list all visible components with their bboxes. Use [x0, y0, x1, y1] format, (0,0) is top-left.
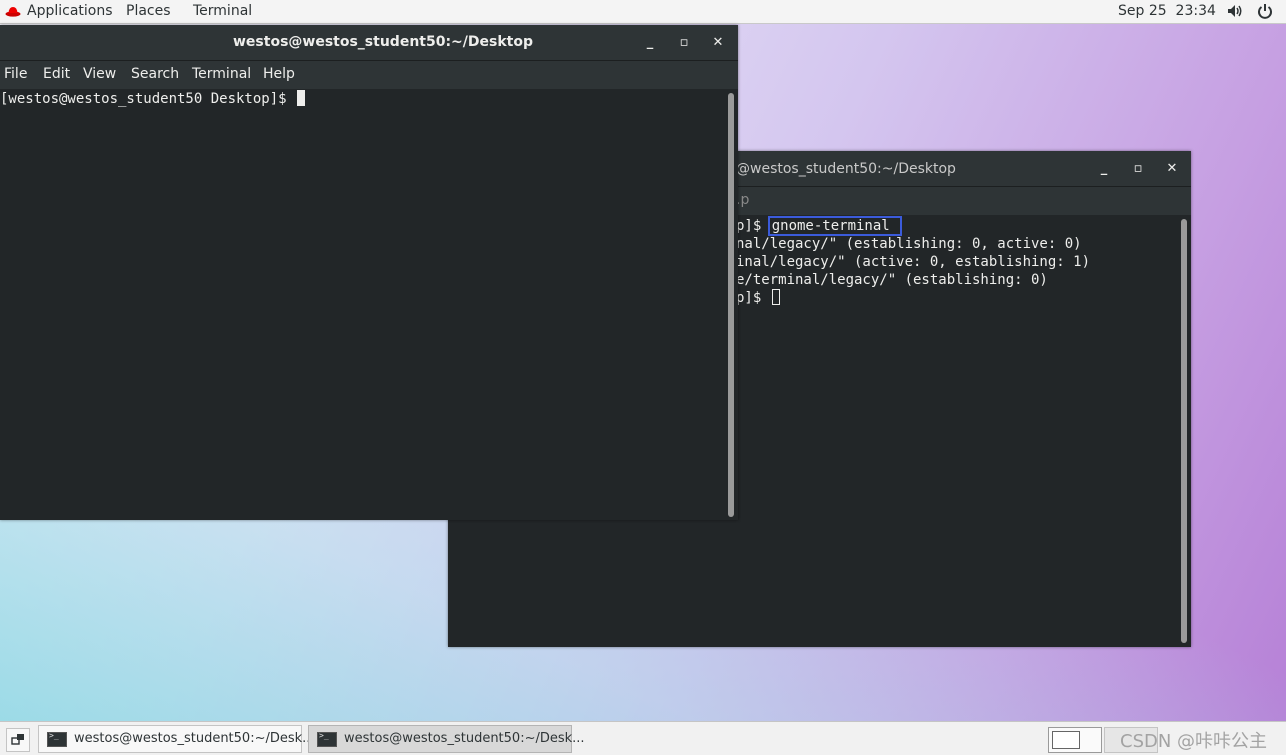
menu-help[interactable]: Help	[263, 66, 295, 82]
menu-search[interactable]: Search	[131, 66, 179, 82]
terminal-output[interactable]: [westos@westos_student50 Desktop]$	[0, 89, 738, 520]
terminal-window-front[interactable]: westos@westos_student50:~/Desktop _ ▫ ✕ …	[0, 25, 738, 520]
menu-bar: File Edit View Search Terminal Help	[0, 61, 738, 89]
text-cursor	[297, 90, 306, 106]
close-button[interactable]: ✕	[1162, 159, 1182, 179]
menu-file[interactable]: File	[4, 66, 27, 82]
window-title: westos@westos_student50:~/Desktop	[233, 34, 533, 50]
menu-item-partial[interactable]: .p	[736, 192, 749, 208]
terminal-line: inal/legacy/" (active: 0, establishing: …	[736, 254, 1091, 270]
taskbar-item-label: westos@westos_student50:~/Desk...	[344, 731, 585, 746]
window-titlebar[interactable]: westos@westos_student50:~/Desktop _ ▫ ✕	[0, 25, 738, 61]
menu-edit[interactable]: Edit	[43, 66, 70, 82]
volume-icon[interactable]	[1226, 2, 1244, 20]
terminal-app-menu[interactable]: Terminal	[193, 3, 252, 19]
taskbar-item-terminal-1[interactable]: westos@westos_student50:~/Desk...	[38, 725, 315, 753]
minimize-button[interactable]: _	[640, 33, 660, 53]
window-title: @westos_student50:~/Desktop	[736, 161, 956, 177]
terminal-line: e/terminal/legacy/" (establishing: 0)	[736, 272, 1048, 288]
maximize-button[interactable]: ▫	[674, 33, 694, 53]
places-menu[interactable]: Places	[126, 3, 171, 19]
minimize-button[interactable]: _	[1094, 159, 1114, 179]
power-icon[interactable]	[1256, 2, 1274, 20]
top-panel: Applications Places Terminal Sep 25 23:3…	[0, 0, 1286, 24]
taskbar-item-terminal-2[interactable]: westos@westos_student50:~/Desk...	[308, 725, 585, 753]
workspace-switcher-1[interactable]	[1048, 727, 1102, 753]
close-button[interactable]: ✕	[708, 33, 728, 53]
terminal-line: nal/legacy/" (establishing: 0, active: 0…	[736, 236, 1082, 252]
scrollbar[interactable]	[1181, 219, 1187, 643]
terminal-line: p]$	[736, 290, 770, 306]
menu-terminal[interactable]: Terminal	[192, 66, 251, 82]
taskbar-item-label: westos@westos_student50:~/Desk...	[74, 731, 315, 746]
redhat-logo-icon	[5, 7, 21, 17]
menu-view[interactable]: View	[83, 66, 116, 82]
applications-menu[interactable]: Applications	[27, 3, 113, 19]
clock[interactable]: Sep 25 23:34	[1118, 3, 1216, 19]
terminal-icon	[47, 731, 67, 747]
text-cursor	[771, 289, 780, 305]
terminal-line: p]$	[736, 218, 770, 234]
watermark: CSDN @咔咔公主	[1120, 731, 1268, 752]
scrollbar[interactable]	[728, 93, 734, 517]
maximize-button[interactable]: ▫	[1128, 159, 1148, 179]
prompt-line: [westos@westos_student50 Desktop]$	[0, 91, 296, 107]
show-desktop-icon	[11, 734, 24, 745]
show-desktop-button[interactable]	[6, 728, 30, 752]
terminal-icon	[317, 731, 337, 747]
highlighted-command: gnome-terminal	[767, 216, 902, 236]
